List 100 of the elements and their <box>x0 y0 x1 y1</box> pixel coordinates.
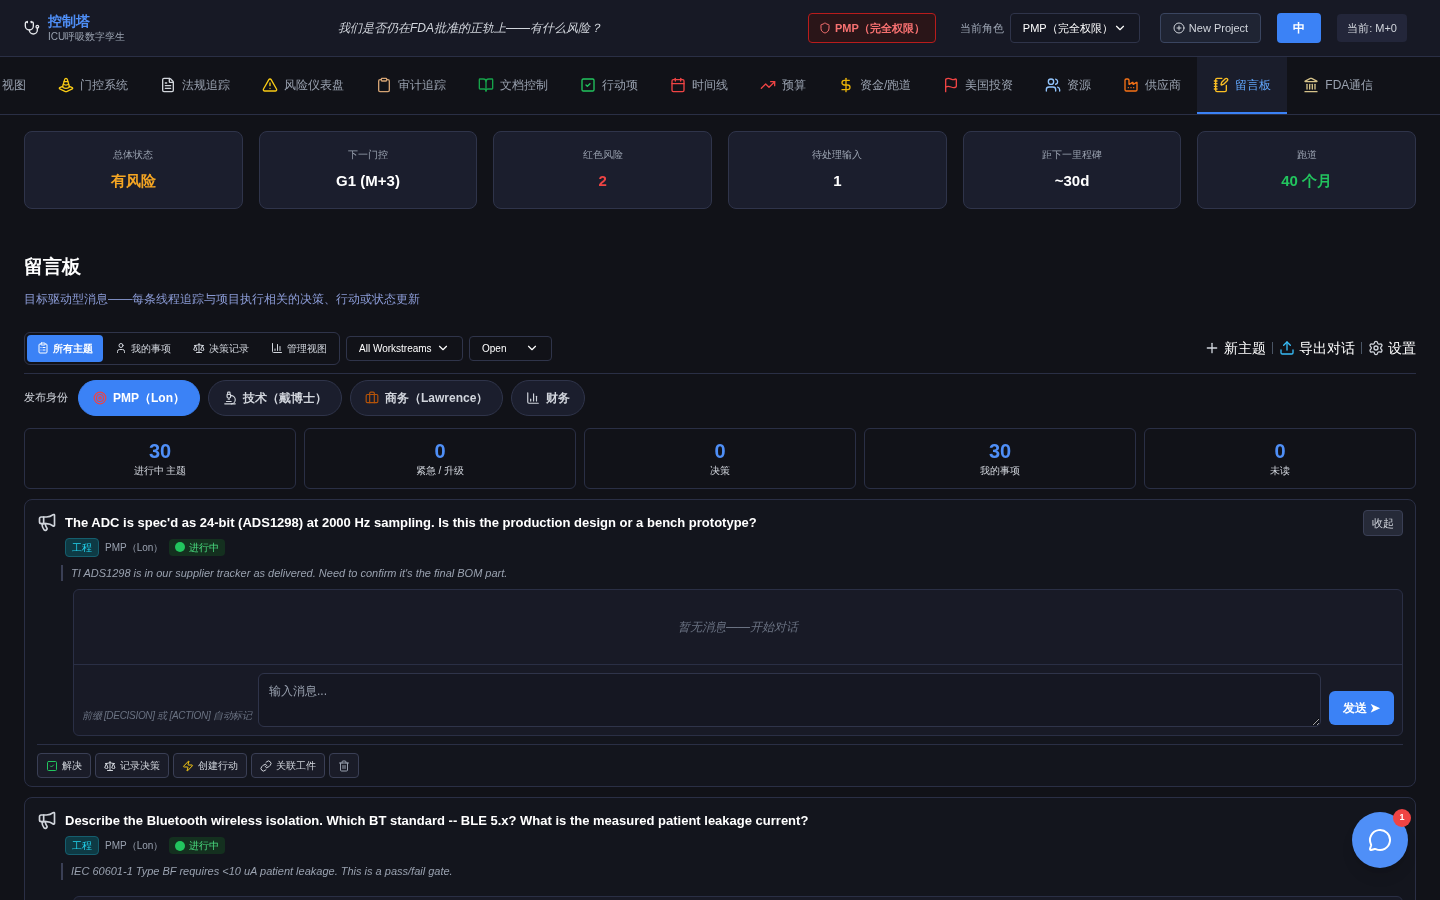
toolbar-action[interactable]: 设置 <box>1368 337 1416 359</box>
chat-icon <box>1368 828 1392 852</box>
author-text: PMP（Lon） <box>105 540 164 555</box>
nav-tab[interactable]: 审计追踪 <box>360 57 462 114</box>
identity-icon <box>93 390 107 405</box>
view-tab[interactable]: 所有主题 <box>27 334 103 362</box>
logo-icon <box>24 20 40 36</box>
stat-label: 距下一里程碑 <box>1042 148 1102 163</box>
action-icon <box>182 759 194 772</box>
toolbar-action[interactable]: 新主题 <box>1204 337 1266 359</box>
nav-tab[interactable]: 时间线 <box>654 57 744 114</box>
identity-icon <box>223 390 237 405</box>
counter-label: 决策 <box>710 463 730 478</box>
current-period: 当前: M+0 <box>1337 13 1407 43</box>
nav-tab[interactable]: 文档控制 <box>462 57 564 114</box>
nav-icon <box>670 76 686 93</box>
nav-tab[interactable]: FDA通信 <box>1287 57 1390 114</box>
tagline: 我们是否仍在FDA批准的正轨上——有什么风险？ <box>338 20 603 37</box>
toolbar-action[interactable]: 导出对话 <box>1279 337 1355 359</box>
app-subtitle: ICU呼吸数字孪生 <box>48 29 127 44</box>
stat-value: 有风险 <box>110 171 156 192</box>
nav-icon <box>160 76 176 93</box>
nav-icon <box>478 76 494 93</box>
language-button[interactable]: 中 <box>1277 13 1322 43</box>
view-tab[interactable]: 我的事项 <box>105 334 181 362</box>
tab-icon <box>115 342 127 354</box>
delete-button[interactable] <box>329 753 359 778</box>
nav-tab[interactable]: 预算 <box>744 57 822 114</box>
counter-label: 进行中 主题 <box>133 463 187 478</box>
nav-icon <box>1213 76 1230 93</box>
identity-icon <box>526 390 541 405</box>
nav-tab[interactable]: 美国投资 <box>927 57 1030 114</box>
counter-value: 30 <box>988 438 1012 463</box>
identity-chip[interactable]: 商务（Lawrence） <box>350 379 504 416</box>
status-tag: 进行中 <box>169 538 226 556</box>
view-tab[interactable]: 管理视图 <box>261 334 337 362</box>
counter-label: 未读 <box>1270 463 1290 478</box>
stat-label: 总体状态 <box>113 148 154 163</box>
thread-title[interactable]: The ADC is spec'd as 24-bit (ADS1298) at 2000 Hz sampling. Is this the production design or a bench prototype? <box>65 514 757 530</box>
stat-value: ~30d <box>1054 171 1090 192</box>
nav-icon <box>838 76 854 93</box>
toolbar-icon <box>1279 340 1295 356</box>
nav-icon <box>1123 76 1140 93</box>
counter-value: 0 <box>434 438 446 463</box>
nav-tab[interactable]: 法规追踪 <box>144 57 246 114</box>
counter-value: 30 <box>148 438 172 463</box>
nav-icon <box>1045 76 1062 93</box>
nav-icon <box>1303 76 1320 93</box>
identity-chip[interactable]: PMP（Lon） <box>78 379 200 416</box>
counter-value: 0 <box>1274 438 1286 463</box>
toolbar-icon <box>1368 340 1384 356</box>
nav-icon <box>58 76 74 93</box>
counter-value: 0 <box>714 438 726 463</box>
stat-value: 2 <box>598 171 607 192</box>
toolbar-icon <box>1204 340 1220 356</box>
thread-action-button[interactable]: 创建行动 <box>173 753 247 778</box>
stat-label: 跑道 <box>1296 148 1317 163</box>
filter-select[interactable]: All Workstreams <box>346 335 463 361</box>
message-input[interactable]: 输入消息... <box>258 673 1321 727</box>
stat-label: 红色风险 <box>582 148 623 163</box>
stat-value: G1 (M+3) <box>336 171 400 192</box>
page-title: 留言板 <box>24 255 82 279</box>
identity-icon <box>365 390 379 405</box>
stat-value: 40 个月 <box>1281 171 1333 192</box>
stat-label: 待处理输入 <box>812 148 863 163</box>
thread-title[interactable]: Describe the Bluetooth wireless isolation. Which BT standard -- BLE 5.x? What is the measured patient leakage current? <box>65 813 809 828</box>
nav-tab[interactable]: 供应商 <box>1107 57 1198 114</box>
view-tab[interactable]: 决策记录 <box>183 334 259 362</box>
nav-tab[interactable]: 留言板 <box>1197 57 1288 114</box>
nav-tab[interactable]: 资源 <box>1029 57 1108 114</box>
nav-tab[interactable]: 资金/跑道 <box>822 57 928 114</box>
collapse-button[interactable]: 收起 <box>1363 509 1403 536</box>
action-icon <box>260 759 272 772</box>
app-title: 控制塔 <box>48 12 91 29</box>
tab-icon <box>193 342 205 354</box>
nav-icon <box>580 76 596 93</box>
megaphone-icon <box>37 810 57 830</box>
role-label: 当前角色 <box>959 20 1004 36</box>
tab-icon <box>271 342 283 354</box>
tab-icon <box>37 342 49 354</box>
category-tag: 工程 <box>65 537 99 557</box>
nav-tab[interactable]: 行动项 <box>564 57 654 114</box>
thread-action-button[interactable]: 记录决策 <box>95 753 169 778</box>
stat-value: 1 <box>833 171 842 192</box>
identity-chip[interactable]: 技术（戴博士） <box>208 379 342 416</box>
status-tag: 进行中 <box>169 837 226 854</box>
nav-tab[interactable]: 视图 <box>0 57 42 114</box>
author-text: PMP（Lon） <box>105 839 164 853</box>
empty-message: 暂无消息——开始对话 <box>677 619 800 636</box>
nav-tab[interactable]: 门控系统 <box>42 57 144 114</box>
send-button[interactable]: 发送 ➤ <box>1328 691 1394 725</box>
stat-label: 下一门控 <box>348 148 388 163</box>
new-project-button[interactable]: New Project <box>1159 12 1262 44</box>
post-as-label: 发布身份 <box>24 390 68 406</box>
role-select[interactable]: PMP（完全权限） <box>1009 12 1140 44</box>
thread-action-button[interactable]: 解决 <box>37 753 91 778</box>
filter-select[interactable]: Open <box>469 335 552 361</box>
thread-action-button[interactable]: 关联工件 <box>251 753 325 778</box>
nav-tab[interactable]: 风险仪表盘 <box>246 57 360 114</box>
identity-chip[interactable]: 财务 <box>511 379 586 416</box>
